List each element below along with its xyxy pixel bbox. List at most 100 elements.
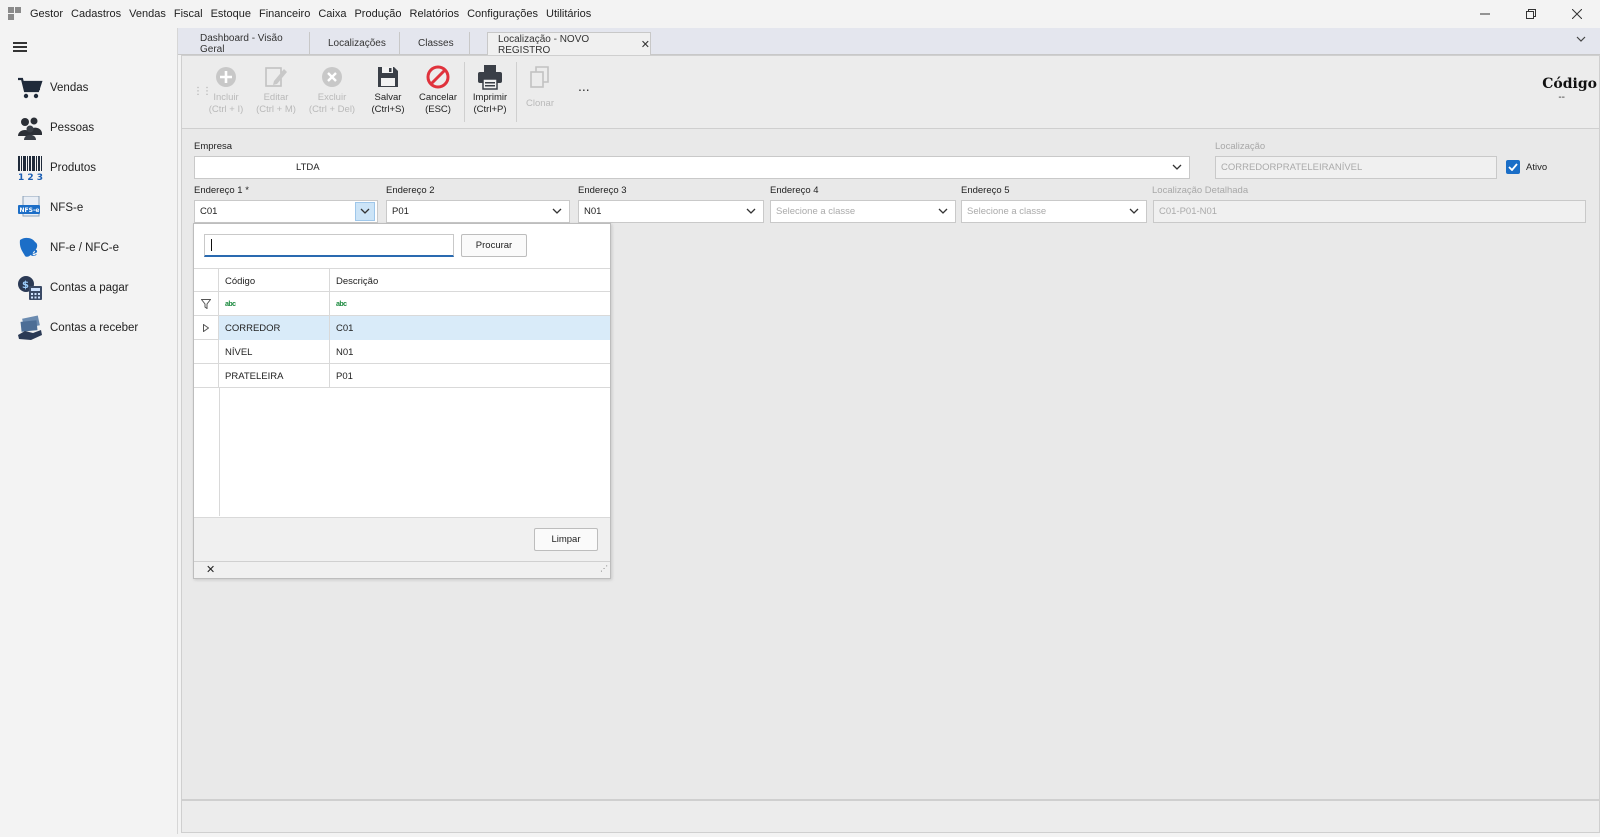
menu-financeiro[interactable]: Financeiro xyxy=(255,0,314,28)
tab-label: Classes xyxy=(418,38,454,49)
column-header-descricao[interactable]: Descrição xyxy=(330,269,610,293)
menu-cadastros[interactable]: Cadastros xyxy=(67,0,125,28)
endereco3-value: N01 xyxy=(584,206,602,217)
restore-button[interactable] xyxy=(1508,0,1554,28)
sidebar-item-vendas[interactable]: Vendas xyxy=(16,72,88,104)
close-window-button[interactable] xyxy=(1554,0,1600,28)
filter-descricao-cell[interactable]: abc xyxy=(330,292,610,316)
window-controls xyxy=(1462,0,1600,28)
tab-localizacao-novo-registro[interactable]: Localização - NOVO REGISTRO ✕ xyxy=(487,32,651,56)
filter-codigo-cell[interactable]: abc xyxy=(219,292,330,316)
tab-localizacoes[interactable]: Localizações xyxy=(310,32,400,55)
table-row[interactable]: PRATELEIRA P01 xyxy=(194,364,610,388)
endereco2-label: Endereço 2 xyxy=(386,185,435,196)
tab-label: Localização - NOVO REGISTRO xyxy=(498,33,590,56)
tab-label: Localizações xyxy=(328,38,386,49)
cancelar-label: Cancelar xyxy=(418,92,458,103)
menu-fiscal[interactable]: Fiscal xyxy=(170,0,207,28)
imprimir-shortcut: (Ctrl+P) xyxy=(473,104,507,115)
editar-shortcut: (Ctrl + M) xyxy=(256,104,296,115)
endereco5-select[interactable]: Selecione a classe xyxy=(961,200,1147,223)
menu-estoque[interactable]: Estoque xyxy=(207,0,255,28)
cell-codigo: NÍVEL xyxy=(219,340,330,364)
codigo-label: Código xyxy=(1542,76,1597,92)
excluir-button[interactable]: Excluir (Ctrl + Del) xyxy=(306,62,358,116)
ativo-checkbox[interactable] xyxy=(1506,160,1520,174)
editar-label: Editar xyxy=(263,92,289,103)
close-popup-icon[interactable]: ✕ xyxy=(206,563,215,576)
cancelar-button[interactable]: Cancelar (ESC) xyxy=(416,62,460,116)
chevron-down-icon xyxy=(1128,205,1140,217)
limpar-button[interactable]: Limpar xyxy=(534,528,598,551)
endereco4-select[interactable]: Selecione a classe xyxy=(770,200,956,223)
imprimir-button[interactable]: Imprimir (Ctrl+P) xyxy=(468,62,512,116)
sidebar-item-contas-receber[interactable]: Contas a receber xyxy=(16,312,138,344)
row-indicator xyxy=(194,340,219,364)
svg-text:$: $ xyxy=(22,280,29,291)
endereco4-placeholder: Selecione a classe xyxy=(776,206,856,217)
sidebar-item-label: Vendas xyxy=(50,82,89,94)
hamburger-menu-icon[interactable] xyxy=(13,42,27,52)
grid-left-rule xyxy=(219,388,220,516)
sidebar-item-nfe[interactable]: e NF-e / NFC-e xyxy=(16,232,119,264)
codigo-value: -- xyxy=(1558,92,1565,103)
popup-search-input[interactable] xyxy=(204,234,454,257)
endereco4-label: Endereço 4 xyxy=(770,185,819,196)
localizacao-label: Localização xyxy=(1215,141,1266,152)
clone-icon xyxy=(520,62,560,92)
sidebar-item-pessoas[interactable]: Pessoas xyxy=(16,112,94,144)
excluir-label: Excluir xyxy=(317,92,347,103)
table-row[interactable]: CORREDOR C01 xyxy=(194,316,610,340)
sidebar-item-label: Contas a receber xyxy=(50,322,139,334)
clonar-button[interactable]: Clonar xyxy=(520,62,560,110)
chevron-down-icon[interactable] xyxy=(355,202,375,221)
delete-circle-icon xyxy=(306,62,358,92)
menu-vendas[interactable]: Vendas xyxy=(125,0,170,28)
menu-caixa[interactable]: Caixa xyxy=(314,0,350,28)
localizacao-field: CORREDORPRATELEIRANÍVEL xyxy=(1215,156,1497,179)
incluir-label: Incluir xyxy=(213,92,239,103)
chevron-down-icon xyxy=(1171,161,1183,173)
menu-configuracoes[interactable]: Configurações xyxy=(463,0,542,28)
endereco1-select[interactable]: C01 xyxy=(194,200,378,223)
minimize-button[interactable] xyxy=(1462,0,1508,28)
printer-icon xyxy=(468,62,512,92)
sidebar-item-nfse[interactable]: NFS-e NFS-e xyxy=(16,192,83,224)
salvar-button[interactable]: Salvar (Ctrl+S) xyxy=(368,62,408,116)
tab-classes[interactable]: Classes xyxy=(400,32,470,55)
nfe-icon: e xyxy=(16,234,44,262)
column-header-codigo[interactable]: Código xyxy=(219,269,330,293)
editar-button[interactable]: Editar (Ctrl + M) xyxy=(253,62,299,116)
menu-gestor[interactable]: Gestor xyxy=(26,0,67,28)
cell-codigo: CORREDOR xyxy=(219,316,330,340)
menu-producao[interactable]: Produção xyxy=(350,0,405,28)
checkmark-icon xyxy=(1508,163,1518,171)
sidebar-item-produtos[interactable]: 1 2 3 Produtos xyxy=(16,152,96,184)
table-row[interactable]: NÍVEL N01 xyxy=(194,340,610,364)
sidebar-item-label: Pessoas xyxy=(50,122,95,134)
endereco3-select[interactable]: N01 xyxy=(578,200,764,223)
incluir-button[interactable]: Incluir (Ctrl + I) xyxy=(206,62,246,116)
filter-funnel-icon xyxy=(194,292,219,316)
bills-icon: $ xyxy=(16,274,44,302)
ativo-label: Ativo xyxy=(1526,162,1548,173)
endereco1-label: Endereço 1 * xyxy=(194,185,249,196)
endereco2-select[interactable]: P01 xyxy=(386,200,570,223)
procurar-button[interactable]: Procurar xyxy=(461,234,527,257)
toolbar-separator xyxy=(464,62,465,122)
tab-close-icon[interactable]: ✕ xyxy=(641,38,650,51)
sidebar-item-contas-pagar[interactable]: $ Contas a pagar xyxy=(16,272,129,304)
edit-icon xyxy=(253,62,299,92)
menu-utilitarios[interactable]: Utilitários xyxy=(542,0,595,28)
imprimir-label: Imprimir xyxy=(472,92,508,103)
resize-grip-icon[interactable]: ⋰ xyxy=(600,564,608,573)
menu-relatorios[interactable]: Relatórios xyxy=(406,0,464,28)
toolbar-more-button[interactable]: ... xyxy=(578,78,590,94)
sidebar: Vendas Pessoas 1 2 3 Produtos NFS-e NFS-… xyxy=(0,28,178,834)
chevron-down-icon xyxy=(937,205,949,217)
tabs-overflow-chevron-icon[interactable] xyxy=(1576,34,1586,46)
codigo-display: Código -- xyxy=(1542,76,1597,103)
salvar-label: Salvar xyxy=(374,92,402,103)
empresa-select[interactable]: LTDA xyxy=(194,156,1190,179)
tab-dashboard[interactable]: Dashboard - Visão Geral xyxy=(182,32,310,55)
